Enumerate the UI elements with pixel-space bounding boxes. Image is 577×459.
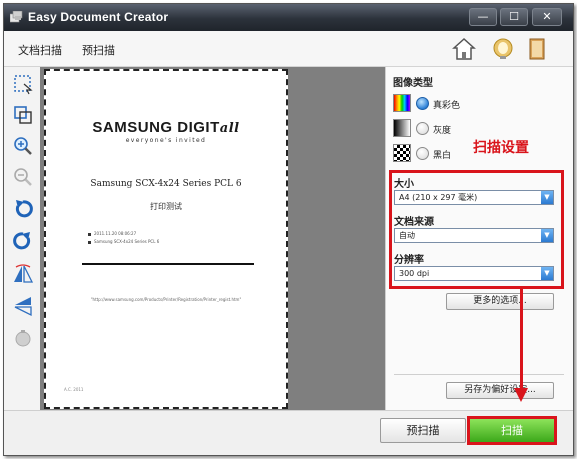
flip-vertical-icon[interactable] [12, 295, 34, 317]
size-select[interactable]: A4 (210 x 297 毫米) ▼ [394, 190, 554, 205]
window-title: Easy Document Creator [28, 10, 169, 24]
more-options-button[interactable]: 更多的选项... [446, 293, 554, 310]
document-title: Samsung SCX-4x24 Series PCL 6 [90, 179, 242, 189]
logo-text: SAMSUNG DIGIT [92, 119, 220, 136]
app-window: Easy Document Creator — ☐ ✕ 文档扫描 预扫描 SAM… [3, 3, 574, 456]
app-icon [10, 11, 23, 23]
radio-grayscale[interactable] [416, 122, 429, 135]
book-icon[interactable] [524, 36, 550, 62]
flip-horizontal-icon[interactable] [12, 263, 34, 285]
prescan-button[interactable]: 预扫描 [380, 418, 466, 443]
panel-divider [394, 374, 564, 375]
save-preference-button[interactable]: 另存为偏好设定... [446, 382, 554, 399]
document-url: "http://www.samsung.com/Products/Printer… [90, 297, 242, 302]
document-rule [82, 263, 254, 265]
info-line: 2011.11.20 08:06:27 [88, 231, 136, 236]
document-subtitle: 打印测试 [150, 202, 182, 211]
radio-label-grayscale[interactable]: 灰度 [433, 123, 451, 136]
grayscale-swatch-icon [393, 119, 411, 137]
radio-true-color[interactable] [416, 97, 429, 110]
chevron-down-icon[interactable]: ▼ [541, 229, 553, 242]
scan-button[interactable]: 扫描 [470, 419, 554, 442]
title-bar[interactable]: Easy Document Creator — ☐ ✕ [4, 4, 573, 31]
logo-tagline: everyone's invited [125, 137, 207, 144]
zoom-in-icon[interactable] [12, 135, 34, 157]
resolution-select[interactable]: 300 dpi ▼ [394, 266, 554, 281]
rotate-right-icon[interactable] [12, 230, 34, 252]
clear-icon[interactable] [12, 327, 34, 349]
main-toolbar: 文档扫描 预扫描 [4, 31, 573, 67]
tool-strip [4, 67, 40, 410]
rotate-left-icon[interactable] [12, 198, 34, 220]
bottom-bar: 预扫描 扫描 [4, 410, 573, 455]
scan-button-highlight: 扫描 [467, 416, 557, 445]
marquee-select-icon[interactable] [12, 73, 34, 95]
document-footer: A.C. 2011 [64, 387, 84, 392]
home-icon[interactable] [451, 36, 477, 62]
resolution-value: 300 dpi [399, 269, 430, 278]
color-swatch-icon [393, 94, 411, 112]
scan-preview-area[interactable]: SAMSUNG DIGITall everyone's invited Sams… [40, 67, 385, 410]
info-line: Samsung SCX-4x24 Series PCL 6 [88, 239, 159, 244]
annotation-arrow-line [520, 289, 523, 389]
chevron-down-icon[interactable]: ▼ [541, 267, 553, 280]
close-button[interactable]: ✕ [532, 8, 562, 26]
preview-page[interactable]: SAMSUNG DIGITall everyone's invited Sams… [44, 69, 288, 409]
chevron-down-icon[interactable]: ▼ [541, 191, 553, 204]
samsung-logo: SAMSUNG DIGITall everyone's invited [46, 119, 286, 144]
settings-panel: 图像类型 真彩色 灰度 黑白 扫描设置 大小 A4 (210 x 297 毫米)… [385, 67, 573, 410]
scan-settings-annotation: 扫描设置 [473, 140, 529, 156]
image-type-title: 图像类型 [393, 78, 433, 89]
radio-label-true-color[interactable]: 真彩色 [433, 98, 460, 111]
maximize-button[interactable]: ☐ [500, 8, 528, 26]
zoom-out-icon[interactable] [12, 166, 34, 188]
minimize-button[interactable]: — [469, 8, 497, 26]
document-source-label: 文档来源 [394, 217, 434, 228]
tab-prescan[interactable]: 预扫描 [82, 42, 115, 58]
logo-tail: all [219, 121, 240, 136]
size-label: 大小 [394, 179, 414, 190]
resolution-label: 分辨率 [394, 255, 424, 266]
black-white-swatch-icon [393, 144, 411, 162]
size-value: A4 (210 x 297 毫米) [399, 193, 478, 202]
tip-icon[interactable] [490, 36, 516, 62]
tab-document-scan[interactable]: 文档扫描 [18, 42, 62, 58]
document-source-select[interactable]: 自动 ▼ [394, 228, 554, 243]
radio-label-black-white[interactable]: 黑白 [433, 148, 451, 161]
radio-black-white[interactable] [416, 147, 429, 160]
annotation-arrow-head [514, 388, 528, 402]
crop-icon[interactable] [12, 104, 34, 126]
source-value: 自动 [399, 231, 415, 240]
